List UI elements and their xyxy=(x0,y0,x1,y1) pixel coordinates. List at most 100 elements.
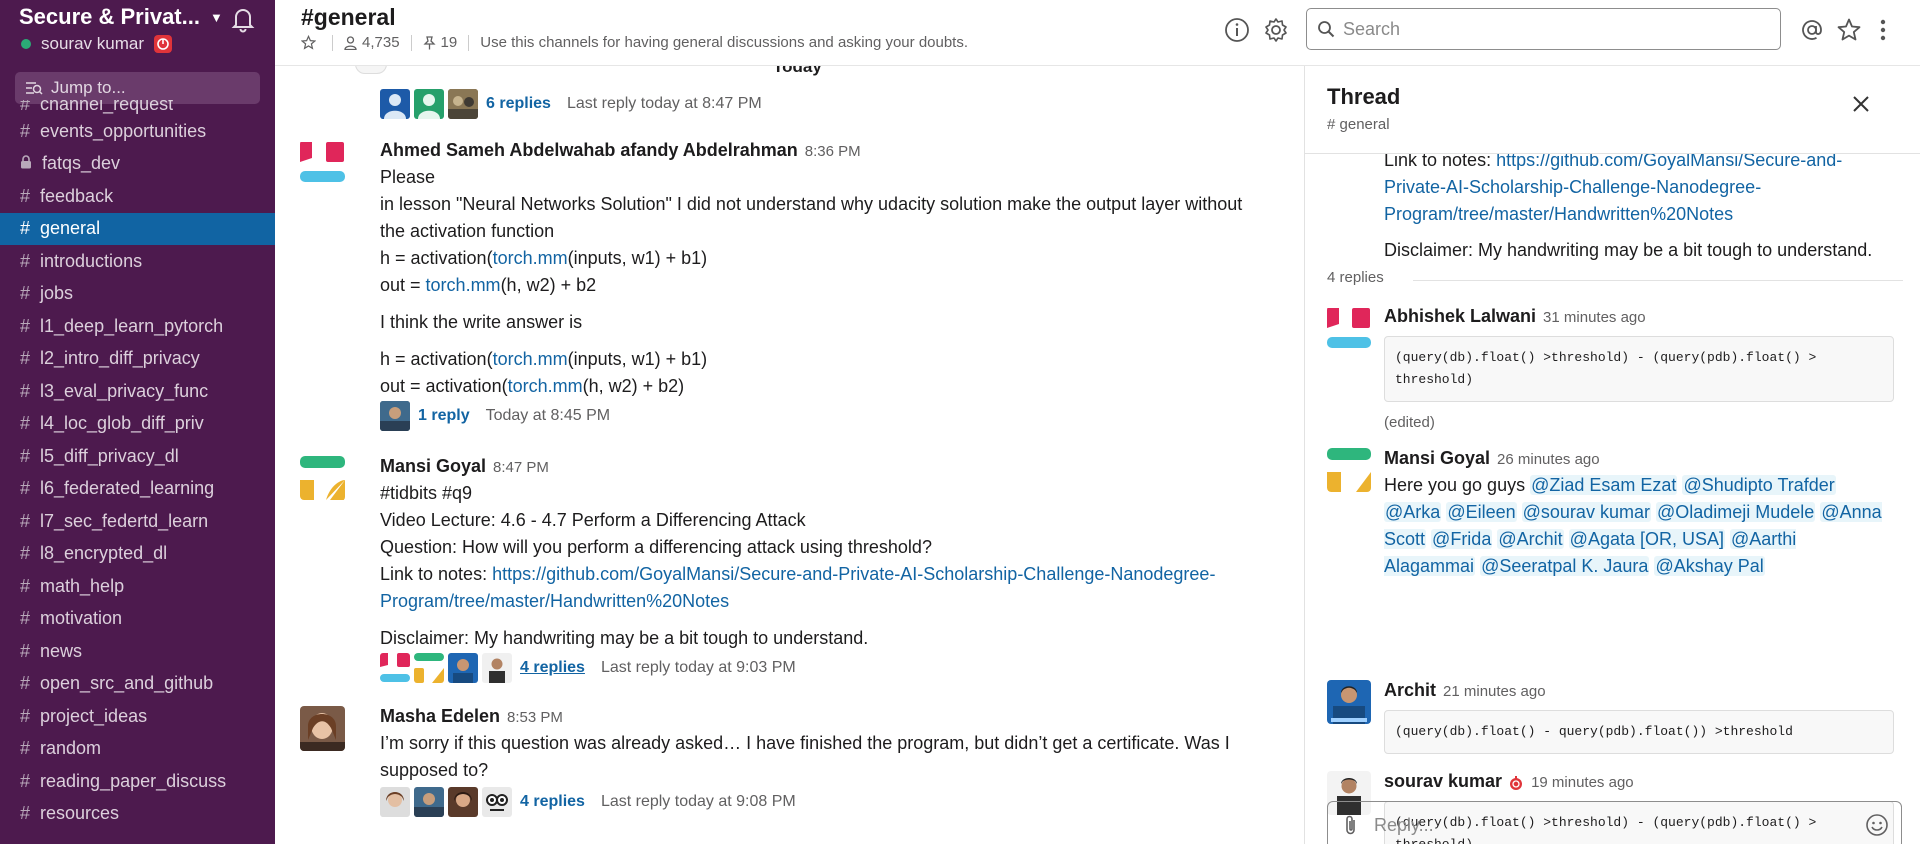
close-icon[interactable] xyxy=(1845,88,1877,120)
sidebar-item-reading-paper-discuss[interactable]: # reading_paper_discuss xyxy=(0,765,275,798)
notes-link[interactable]: Private-AI-Scholarship-Challenge-Nanodeg… xyxy=(1384,174,1904,201)
user-mention[interactable]: @Arka xyxy=(1384,502,1442,522)
sidebar-item-project-ideas[interactable]: # project_ideas xyxy=(0,700,275,733)
message-time[interactable]: 8:53 PM xyxy=(507,709,563,726)
sidebar-item-events-opportunities[interactable]: # events_opportunities xyxy=(0,115,275,148)
avatar[interactable] xyxy=(300,140,345,185)
user-mention[interactable]: @sourav kumar xyxy=(1521,502,1651,522)
inline-link[interactable]: torch.mm xyxy=(493,248,568,268)
inline-link[interactable]: torch.mm xyxy=(508,376,583,396)
notes-link[interactable]: https://github.com/GoyalMansi/Secure-and… xyxy=(1496,154,1842,170)
message-sender[interactable]: Archit xyxy=(1384,680,1436,701)
message-time[interactable]: 8:36 PM xyxy=(805,143,861,160)
channel-title[interactable]: #general xyxy=(301,4,396,31)
sidebar-item-l3-eval-privacy-func[interactable]: # l3_eval_privacy_func xyxy=(0,375,275,408)
reply-count-link[interactable]: 1 reply xyxy=(418,407,470,425)
sidebar-item-channel-request[interactable]: # channel_request xyxy=(0,100,275,115)
user-mention[interactable]: @Frida xyxy=(1431,529,1493,549)
user-mention[interactable]: @Eileen xyxy=(1446,502,1517,522)
sidebar-item-fatqs-dev[interactable]: fatqs_dev xyxy=(0,148,275,181)
user-mention[interactable]: @Shudipto Trafder xyxy=(1682,475,1836,495)
avatar[interactable] xyxy=(1327,680,1371,724)
sidebar-item-l1-deep-learn-pytorch[interactable]: # l1_deep_learn_pytorch xyxy=(0,310,275,343)
message-sender[interactable]: Abhishek Lalwani xyxy=(1384,306,1536,327)
message-sender[interactable]: Mansi Goyal xyxy=(380,456,486,477)
sidebar-item-jobs[interactable]: # jobs xyxy=(0,278,275,311)
search-field[interactable] xyxy=(1306,8,1781,50)
message-time[interactable]: 26 minutes ago xyxy=(1497,451,1600,468)
avatar[interactable] xyxy=(1327,448,1371,492)
thread-replies-bar[interactable]: 6 replies Last reply today at 8:47 PM xyxy=(380,88,1300,120)
user-mention[interactable]: @Seeratpal K. Jaura xyxy=(1480,556,1650,576)
channel-topic[interactable]: Use this channels for having general dis… xyxy=(480,34,968,51)
avatar[interactable] xyxy=(300,456,345,501)
reply-count-link[interactable]: 4 replies xyxy=(520,793,585,811)
user-mention[interactable]: @Agata [OR, USA] xyxy=(1568,529,1725,549)
thread-reply-composer[interactable] xyxy=(1327,801,1902,844)
last-reply-time: Last reply today at 9:08 PM xyxy=(600,793,796,810)
sidebar-item-general[interactable]: # general xyxy=(0,212,275,245)
user-mention[interactable]: @Ziad Esam Ezat xyxy=(1530,475,1678,495)
message-text: Video Lecture: 4.6 - 4.7 Perform a Diffe… xyxy=(380,510,806,530)
workspace-switcher[interactable]: Secure & Privat... ▼ xyxy=(19,4,223,30)
sidebar-item-open-src-and-github[interactable]: # open_src_and_github xyxy=(0,668,275,701)
paperclip-icon[interactable] xyxy=(1342,814,1360,836)
sidebar-item-l4-loc-glob-diff-priv[interactable]: # l4_loc_glob_diff_priv xyxy=(0,408,275,441)
channel-info-icon[interactable] xyxy=(1223,16,1251,44)
sidebar-item-label: l4_loc_glob_diff_priv xyxy=(40,413,204,434)
sidebar-item-feedback[interactable]: # feedback xyxy=(0,180,275,213)
inline-link[interactable]: torch.mm xyxy=(426,275,501,295)
sidebar-item-introductions[interactable]: # introductions xyxy=(0,245,275,278)
starred-items-icon[interactable] xyxy=(1835,16,1863,44)
member-count[interactable]: 4,735 xyxy=(344,34,400,51)
message-time[interactable]: 21 minutes ago xyxy=(1443,683,1546,700)
sidebar-item-l7-sec-federtd-learn[interactable]: # l7_sec_federtd_learn xyxy=(0,505,275,538)
notes-link[interactable]: Program/tree/master/Handwritten%20Notes xyxy=(380,591,729,611)
sidebar-item-l5-diff-privacy-dl[interactable]: # l5_diff_privacy_dl xyxy=(0,440,275,473)
thread-channel[interactable]: # general xyxy=(1327,116,1390,133)
avatar[interactable] xyxy=(1327,306,1371,350)
sidebar-item-resources[interactable]: # resources xyxy=(0,798,275,831)
thread-replies-bar[interactable]: 4 replies Last reply today at 9:08 PM xyxy=(380,786,1300,818)
reply-count-link[interactable]: 6 replies xyxy=(486,95,551,113)
current-user[interactable]: sourav kumar xyxy=(21,34,172,54)
reaction-pill[interactable] xyxy=(355,66,387,74)
mentions-icon[interactable] xyxy=(1798,16,1826,44)
sidebar-item-motivation[interactable]: # motivation xyxy=(0,603,275,636)
reply-count-link[interactable]: 4 replies xyxy=(520,659,585,677)
more-options-icon[interactable] xyxy=(1875,16,1891,44)
message-time[interactable]: 19 minutes ago xyxy=(1531,774,1634,791)
bell-icon[interactable] xyxy=(228,4,258,34)
sidebar-item-label: channel_request xyxy=(40,100,174,114)
sidebar-item-random[interactable]: # random xyxy=(0,733,275,766)
emoji-icon[interactable] xyxy=(1865,813,1889,837)
gear-icon[interactable] xyxy=(1262,16,1290,44)
pinned-count[interactable]: 19 xyxy=(422,34,457,51)
thread-replies-bar[interactable]: 4 replies Last reply today at 9:03 PM xyxy=(380,652,1300,684)
message-sender[interactable]: sourav kumar xyxy=(1384,771,1502,792)
sidebar-item-l6-federated-learning[interactable]: # l6_federated_learning xyxy=(0,473,275,506)
message-text: Here you go guys @Ziad Esam Ezat @Shudip… xyxy=(1384,472,1884,580)
thread-replies-bar[interactable]: 1 reply Today at 8:45 PM xyxy=(380,400,1300,432)
reply-input[interactable] xyxy=(1374,814,1844,836)
user-mention[interactable]: @Oladimeji Mudele xyxy=(1655,502,1816,522)
message-sender[interactable]: Masha Edelen xyxy=(380,706,500,727)
message-time[interactable]: 31 minutes ago xyxy=(1543,309,1646,326)
notes-link[interactable]: Program/tree/master/Handwritten%20Notes xyxy=(1384,201,1904,228)
message-sender[interactable]: Mansi Goyal xyxy=(1384,448,1490,469)
star-icon[interactable] xyxy=(301,35,321,50)
message-sender[interactable]: Ahmed Sameh Abdelwahab afandy Abdelrahma… xyxy=(380,140,798,161)
user-mention[interactable]: @Archit xyxy=(1497,529,1564,549)
sidebar-item-l8-encrypted-dl[interactable]: # l8_encrypted_dl xyxy=(0,538,275,571)
inline-link[interactable]: torch.mm xyxy=(493,349,568,369)
message-time[interactable]: 8:47 PM xyxy=(493,459,549,476)
sidebar-item-l2-intro-diff-privacy[interactable]: # l2_intro_diff_privacy xyxy=(0,343,275,376)
avatar[interactable] xyxy=(300,706,345,751)
search-input[interactable] xyxy=(1343,18,1743,40)
sidebar-item-news[interactable]: # news xyxy=(0,635,275,668)
notes-link[interactable]: https://github.com/GoyalMansi/Secure-and… xyxy=(492,564,1215,584)
sidebar-item-math-help[interactable]: # math_help xyxy=(0,570,275,603)
last-reply-time: Last reply today at 9:03 PM xyxy=(600,659,796,676)
user-mention[interactable]: @Akshay Pal xyxy=(1654,556,1765,576)
